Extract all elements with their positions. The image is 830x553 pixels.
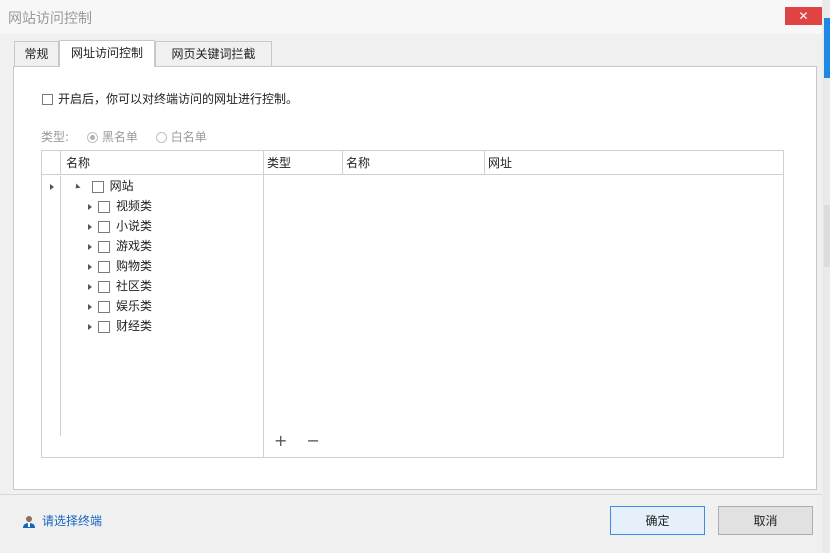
column-type[interactable]: 类型 bbox=[264, 151, 343, 175]
expand-arrow-icon[interactable] bbox=[88, 323, 92, 330]
column-url[interactable]: 网址 bbox=[485, 151, 783, 175]
tree-node-checkbox[interactable] bbox=[98, 260, 110, 273]
expand-arrow-icon[interactable] bbox=[50, 183, 54, 190]
scrollbar-thumb-secondary[interactable] bbox=[824, 205, 830, 267]
radio-blacklist[interactable]: 黑名单 bbox=[86, 128, 138, 145]
scrollbar-thumb[interactable] bbox=[824, 18, 830, 78]
tree-node-checkbox[interactable] bbox=[98, 240, 110, 253]
dialog-window: 网站访问控制 ✕ 常规 网址访问控制 网页关键词拦截 开启后，你可以对终端访问的… bbox=[0, 0, 830, 553]
tree-node-label: 娱乐类 bbox=[116, 299, 153, 313]
tree-guide-line bbox=[60, 176, 61, 436]
column-name-label: 名称 bbox=[346, 156, 371, 170]
tree-node[interactable]: 购物类 bbox=[88, 256, 152, 276]
tree-node[interactable]: 娱乐类 bbox=[88, 296, 152, 316]
cancel-button[interactable]: 取消 bbox=[718, 506, 813, 535]
collapse-arrow-icon[interactable] bbox=[73, 182, 81, 191]
close-button[interactable]: ✕ bbox=[785, 7, 822, 25]
category-tree-header[interactable]: 名称 bbox=[42, 151, 263, 175]
column-url-label: 网址 bbox=[488, 156, 513, 170]
tree-node-label: 小说类 bbox=[116, 219, 153, 233]
expand-arrow-icon[interactable] bbox=[88, 263, 92, 270]
tree-node[interactable]: 视频类 bbox=[88, 196, 152, 216]
expand-arrow-icon[interactable] bbox=[88, 203, 92, 210]
radio-whitelist-icon[interactable] bbox=[155, 132, 167, 143]
tree-root-checkbox[interactable] bbox=[91, 180, 104, 193]
tree-node[interactable]: 社区类 bbox=[88, 276, 152, 296]
close-icon: ✕ bbox=[798, 9, 809, 23]
enable-checkbox[interactable] bbox=[42, 94, 53, 105]
select-terminal-link[interactable]: 请选择终端 bbox=[22, 512, 102, 529]
type-selector: 类型: 黑名单 白名单 bbox=[41, 128, 207, 145]
radio-whitelist-label: 白名单 bbox=[170, 130, 207, 144]
url-table-header: 类型 名称 网址 bbox=[264, 151, 783, 175]
tab-url-access-control-label: 网址访问控制 bbox=[70, 46, 143, 60]
category-tree: 名称 网站 视频类 小说类 游戏类 购物类 社区类 娱乐类 财经类 bbox=[42, 151, 264, 457]
tree-node-checkbox[interactable] bbox=[98, 320, 110, 333]
tab-keyword-block-label: 网页关键词拦截 bbox=[171, 47, 256, 61]
window-title: 网站访问控制 bbox=[8, 11, 92, 27]
add-icon[interactable]: + bbox=[274, 431, 287, 450]
tree-node-label: 游戏类 bbox=[116, 239, 153, 253]
lists-container: 名称 网站 视频类 小说类 游戏类 购物类 社区类 娱乐类 财经类 类型 名称 … bbox=[41, 150, 784, 458]
tab-keyword-block[interactable]: 网页关键词拦截 bbox=[155, 41, 272, 66]
type-label: 类型: bbox=[41, 130, 70, 144]
expand-arrow-icon[interactable] bbox=[88, 303, 92, 310]
header-separator bbox=[60, 151, 61, 175]
ok-button-label: 确定 bbox=[645, 514, 670, 528]
tree-node-checkbox[interactable] bbox=[98, 280, 110, 293]
tree-root-node[interactable]: 网站 bbox=[50, 176, 134, 196]
remove-icon[interactable]: − bbox=[307, 431, 320, 450]
expand-arrow-icon[interactable] bbox=[88, 243, 92, 250]
tree-node[interactable]: 游戏类 bbox=[88, 236, 152, 256]
user-icon bbox=[23, 515, 35, 528]
row-actions: + − bbox=[274, 431, 334, 450]
tab-panel: 开启后，你可以对终端访问的网址进行控制。 类型: 黑名单 白名单 名称 网站 视… bbox=[13, 66, 817, 490]
tab-general[interactable]: 常规 bbox=[14, 41, 59, 66]
tree-node-label: 购物类 bbox=[116, 259, 153, 273]
tree-node-checkbox[interactable] bbox=[98, 220, 110, 233]
expand-arrow-icon[interactable] bbox=[88, 283, 92, 290]
tree-node-label: 财经类 bbox=[116, 319, 153, 333]
cancel-button-label: 取消 bbox=[753, 514, 778, 528]
tab-general-label: 常规 bbox=[24, 47, 49, 61]
tree-node[interactable]: 小说类 bbox=[88, 216, 152, 236]
enable-label: 开启后，你可以对终端访问的网址进行控制。 bbox=[58, 92, 299, 106]
expand-arrow-icon[interactable] bbox=[88, 223, 92, 230]
select-terminal-label: 请选择终端 bbox=[42, 514, 103, 528]
ok-button[interactable]: 确定 bbox=[610, 506, 705, 535]
tab-url-access-control[interactable]: 网址访问控制 bbox=[59, 40, 155, 67]
tree-node-checkbox[interactable] bbox=[98, 200, 110, 213]
tree-node-label: 视频类 bbox=[116, 199, 153, 213]
radio-blacklist-icon[interactable] bbox=[86, 132, 98, 143]
tree-node-checkbox[interactable] bbox=[98, 300, 110, 313]
tree-node-label: 社区类 bbox=[116, 279, 153, 293]
tree-root-label: 网站 bbox=[109, 179, 134, 193]
column-type-label: 类型 bbox=[267, 156, 292, 170]
radio-blacklist-label: 黑名单 bbox=[101, 130, 138, 144]
category-header-label: 名称 bbox=[66, 156, 91, 170]
enable-option[interactable]: 开启后，你可以对终端访问的网址进行控制。 bbox=[42, 90, 298, 107]
tree-node[interactable]: 财经类 bbox=[88, 316, 152, 336]
title-bar[interactable]: 网站访问控制 ✕ bbox=[0, 0, 822, 34]
footer-divider bbox=[0, 494, 822, 495]
url-rules-table: 类型 名称 网址 + − bbox=[264, 151, 783, 457]
right-scroll-strip[interactable] bbox=[822, 0, 830, 553]
column-name[interactable]: 名称 bbox=[343, 151, 485, 175]
radio-whitelist[interactable]: 白名单 bbox=[155, 128, 207, 145]
